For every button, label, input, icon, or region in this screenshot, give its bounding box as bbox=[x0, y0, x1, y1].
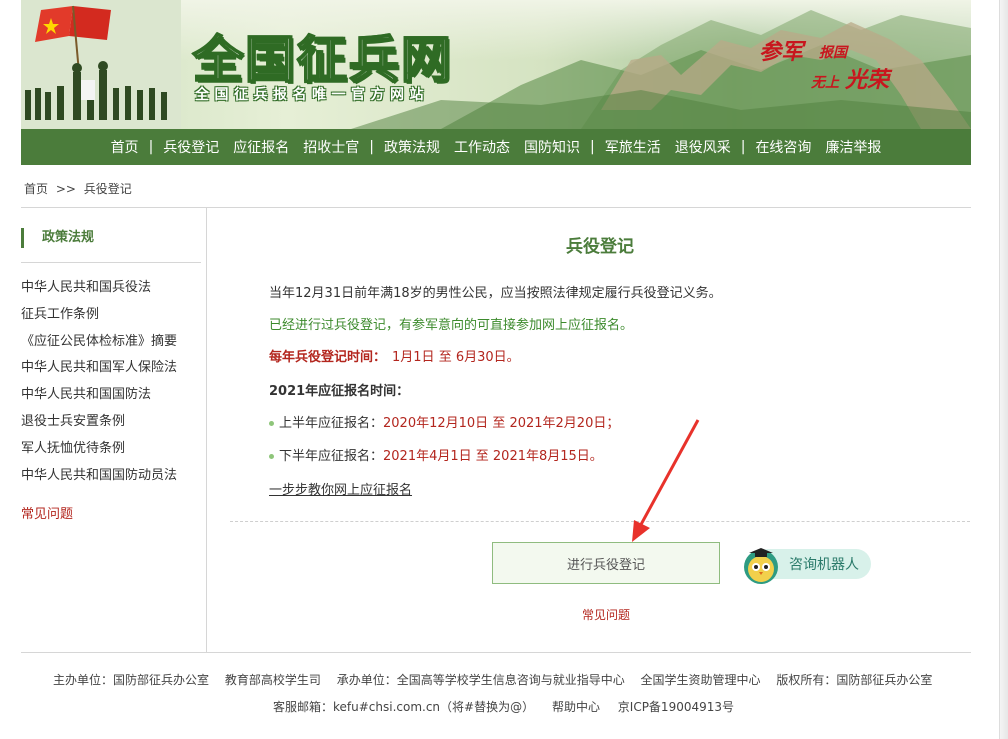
nav-separator: | bbox=[369, 139, 374, 155]
first-half-label: 上半年应征报名： bbox=[279, 416, 384, 431]
nav-home[interactable]: 首页 bbox=[104, 137, 146, 157]
footer-divider bbox=[21, 652, 971, 653]
info-text-2: 已经进行过兵役登记，有参军意向的可直接参加网上应征报名。 bbox=[269, 318, 634, 333]
sidebar-item-conscription-regulations[interactable]: 征兵工作条例 bbox=[21, 305, 177, 332]
nav-military-life[interactable]: 军旅生活 bbox=[598, 137, 668, 157]
page-title: 兵役登记 bbox=[566, 237, 634, 257]
footer-copyright: 版权所有：国防部征兵办公室 bbox=[776, 673, 933, 687]
footer-email: 客服邮箱：kefu#chsi.com.cn（将#替换为@） bbox=[273, 700, 535, 714]
footer-line-1: 主办单位：国防部征兵办公室 教育部高校学生司 承办单位：全国高等学校学生信息咨询… bbox=[53, 671, 944, 688]
first-half-enlistment: 上半年应征报名：2020年12月10日 至 2021年2月20日； bbox=[269, 412, 619, 431]
footer-aid-center: 全国学生资助管理中心 bbox=[640, 673, 761, 687]
slogan-part-4: 光荣 bbox=[845, 67, 890, 93]
red-arrow-annotation bbox=[632, 419, 700, 542]
second-half-value: 2021年4月1日 至 2021年8月15日。 bbox=[383, 449, 603, 464]
dotted-divider bbox=[230, 521, 970, 522]
robot-owl-icon bbox=[744, 548, 778, 584]
sidebar-item-medical-standards[interactable]: 《应征公民体检标准》摘要 bbox=[21, 332, 177, 359]
nav-separator: | bbox=[148, 139, 154, 155]
consult-robot-button[interactable]: 咨询机器人 bbox=[741, 545, 871, 584]
footer-host: 主办单位：国防部征兵办公室 bbox=[53, 673, 210, 687]
slogan-part-2: 报国 bbox=[819, 45, 847, 61]
nav-separator: | bbox=[590, 139, 595, 155]
guide-link[interactable]: 一步步教你网上应征报名 bbox=[269, 479, 412, 498]
nav-nco-recruit[interactable]: 招收士官 bbox=[296, 137, 366, 157]
faq-link[interactable]: 常见问题 bbox=[582, 606, 630, 623]
sidebar-item-national-defense-law[interactable]: 中华人民共和国国防法 bbox=[21, 385, 177, 412]
registration-time: 每年兵役登记时间： 1月1日 至 6月30日。 bbox=[269, 346, 520, 365]
footer-line-2: 客服邮箱：kefu#chsi.com.cn（将#替换为@） 帮助中心 京ICP备… bbox=[273, 698, 748, 715]
soldiers-flag-image bbox=[21, 0, 181, 129]
robot-label: 咨询机器人 bbox=[789, 557, 859, 573]
sidebar-item-military-service-law[interactable]: 中华人民共和国兵役法 bbox=[21, 278, 177, 305]
slogan-part-1: 参军 bbox=[759, 39, 804, 65]
enlistment-time-heading: 2021年应征报名时间： bbox=[269, 384, 410, 399]
bullet-icon bbox=[269, 454, 274, 459]
second-half-label: 下半年应征报名： bbox=[279, 449, 384, 464]
sidebar-title: 政策法规 bbox=[21, 228, 94, 248]
nav-enlistment[interactable]: 应征报名 bbox=[226, 137, 296, 157]
breadcrumb: 首页 >> 兵役登记 bbox=[24, 180, 136, 197]
slogan-part-3: 无上 bbox=[811, 75, 839, 91]
nav-defense-knowledge[interactable]: 国防知识 bbox=[517, 137, 587, 157]
footer-ministry: 教育部高校学生司 bbox=[224, 673, 321, 687]
bullet-icon bbox=[269, 421, 274, 426]
nav-integrity-report[interactable]: 廉洁举报 bbox=[818, 137, 888, 157]
sidebar-title-underline bbox=[21, 262, 201, 263]
footer-help-center[interactable]: 帮助中心 bbox=[552, 700, 600, 714]
breadcrumb-separator: >> bbox=[55, 182, 76, 196]
sidebar-item-pension-regulations[interactable]: 军人抚恤优待条例 bbox=[21, 439, 177, 466]
sidebar-list: 中华人民共和国兵役法 征兵工作条例 《应征公民体检标准》摘要 中华人民共和国军人… bbox=[21, 278, 177, 492]
sidebar-item-insurance-law[interactable]: 中华人民共和国军人保险法 bbox=[21, 358, 177, 385]
nav-policies[interactable]: 政策法规 bbox=[377, 137, 447, 157]
sidebar-faq-link[interactable]: 常见问题 bbox=[21, 503, 73, 522]
registration-time-value: 1月1日 至 6月30日。 bbox=[392, 350, 520, 365]
registration-time-label: 每年兵役登记时间： bbox=[269, 350, 387, 365]
nav-work-news[interactable]: 工作动态 bbox=[447, 137, 517, 157]
breadcrumb-home[interactable]: 首页 bbox=[24, 182, 48, 196]
nav-online-consult[interactable]: 在线咨询 bbox=[748, 137, 818, 157]
slogan: 参军 报国 无上 光荣 bbox=[759, 34, 909, 94]
footer-organizer: 承办单位：全国高等学校学生信息咨询与就业指导中心 bbox=[336, 673, 625, 687]
breadcrumb-current: 兵役登记 bbox=[83, 182, 132, 196]
info-text-1: 当年12月31日前年满18岁的男性公民，应当按照法律规定履行兵役登记义务。 bbox=[269, 286, 722, 301]
main-nav: 首页 | 兵役登记 应征报名 招收士官 | 政策法规 工作动态 国防知识 | 军… bbox=[21, 129, 971, 165]
nav-military-registration[interactable]: 兵役登记 bbox=[156, 137, 226, 157]
site-title: 全国征兵网 bbox=[192, 30, 453, 90]
first-half-value: 2020年12月10日 至 2021年2月20日； bbox=[383, 416, 620, 431]
register-button[interactable]: 进行兵役登记 bbox=[492, 542, 720, 584]
sidebar-item-veteran-placement[interactable]: 退役士兵安置条例 bbox=[21, 412, 177, 439]
header-banner: 全国征兵网 全国征兵报名唯一官方网站 参军 报国 无上 光荣 bbox=[21, 0, 971, 129]
footer-icp[interactable]: 京ICP备19004913号 bbox=[618, 700, 734, 714]
sidebar-divider bbox=[206, 208, 207, 652]
nav-separator: | bbox=[740, 139, 746, 155]
nav-veterans[interactable]: 退役风采 bbox=[668, 137, 738, 157]
second-half-enlistment: 下半年应征报名：2021年4月1日 至 2021年8月15日。 bbox=[269, 445, 603, 464]
divider bbox=[21, 207, 971, 208]
sidebar-item-mobilization-law[interactable]: 中华人民共和国国防动员法 bbox=[21, 466, 177, 493]
page: 全国征兵网 全国征兵报名唯一官方网站 参军 报国 无上 光荣 首页 | 兵役登记… bbox=[0, 0, 1008, 739]
site-subtitle: 全国征兵报名唯一官方网站 bbox=[195, 87, 429, 103]
